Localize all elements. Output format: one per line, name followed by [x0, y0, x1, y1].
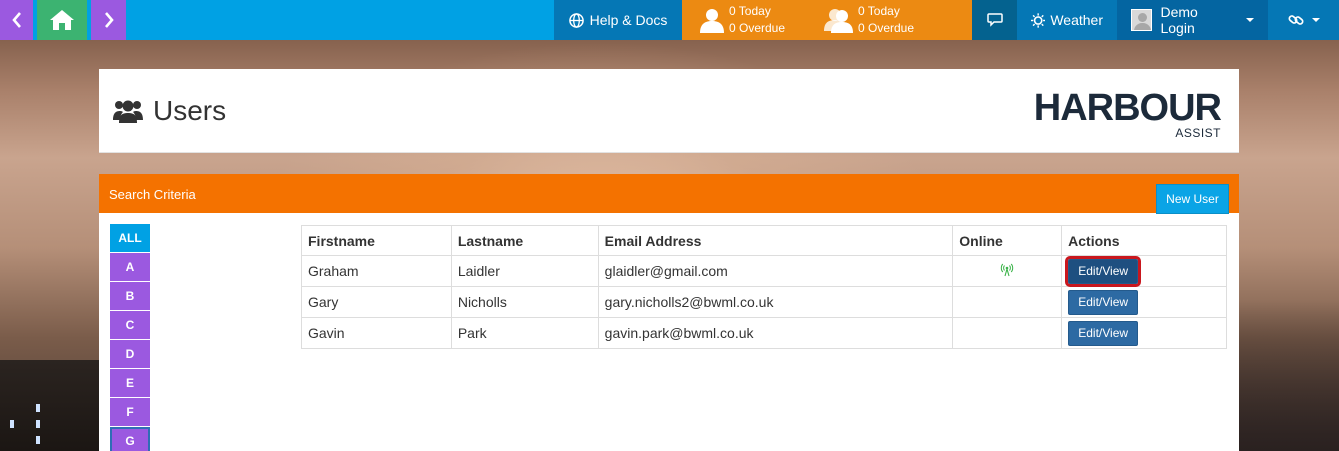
my-tasks-overdue: 0 Overdue [729, 21, 786, 35]
group-tasks-overdue: 0 Overdue [858, 21, 915, 35]
home-icon [50, 10, 74, 30]
tasks-indicator[interactable]: 0 Today 0 Overdue 0 Today 0 Overdue [682, 0, 972, 40]
column-header-firstname: Firstname [301, 225, 452, 256]
cell-actions: Edit/View [1061, 255, 1227, 287]
users-icon [113, 100, 143, 123]
letter-filter-b[interactable]: B [110, 282, 150, 310]
letter-filter-a[interactable]: A [110, 253, 150, 281]
letter-filter: ALL A B C D E F G [110, 224, 150, 451]
letter-filter-all[interactable]: ALL [110, 224, 150, 252]
cell-email: gavin.park@bwml.co.uk [597, 317, 954, 349]
users-icon [824, 9, 853, 33]
weather-label: Weather [1050, 12, 1103, 28]
table-row: Graham Laidler glaidler@gmail.com Edit/V… [301, 255, 1227, 287]
links-menu[interactable] [1268, 0, 1339, 40]
online-signal-icon [1001, 263, 1014, 276]
letter-filter-g[interactable]: G [110, 427, 150, 451]
new-user-button[interactable]: New User [1156, 184, 1229, 214]
cell-email: glaidler@gmail.com [597, 255, 954, 287]
edit-view-button[interactable]: Edit/View [1068, 320, 1139, 346]
my-tasks[interactable]: 0 Today 0 Overdue [699, 0, 824, 40]
background-building [0, 360, 100, 451]
column-header-online: Online [952, 225, 1063, 256]
chat-icon [986, 13, 1003, 27]
chevron-right-icon [104, 12, 114, 28]
cell-firstname: Gary [301, 286, 452, 318]
group-tasks[interactable]: 0 Today 0 Overdue [824, 0, 954, 40]
page-title-text: Users [153, 95, 227, 126]
cell-lastname: Nicholls [450, 286, 599, 318]
cell-lastname: Laidler [450, 255, 599, 287]
sun-icon [1031, 12, 1046, 28]
users-table: Firstname Lastname Email Address Online … [301, 225, 1227, 349]
letter-filter-e[interactable]: E [110, 369, 150, 397]
cell-firstname: Graham [301, 255, 452, 287]
letter-filter-d[interactable]: D [110, 340, 150, 368]
cell-online [952, 255, 1063, 287]
table-header-row: Firstname Lastname Email Address Online … [301, 225, 1227, 256]
search-criteria-header[interactable]: Search Criteria New User [99, 174, 1239, 214]
cell-email: gary.nicholls2@bwml.co.uk [597, 286, 954, 318]
letter-filter-c[interactable]: C [110, 311, 150, 339]
top-navigation-bar: Help & Docs 0 Today 0 Overdue 0 Today 0 … [0, 0, 1339, 40]
caret-down-icon [1311, 18, 1320, 22]
column-header-lastname: Lastname [450, 225, 599, 256]
background-shadow [1239, 300, 1339, 451]
logo-main-text: HARBOUR [1033, 87, 1222, 129]
help-docs-label: Help & Docs [589, 12, 668, 28]
column-header-actions: Actions [1061, 225, 1227, 256]
page-header: Users HARBOUR ASSIST [99, 69, 1239, 153]
help-docs-link[interactable]: Help & Docs [554, 0, 682, 40]
logo-sub-text: ASSIST [1175, 126, 1221, 140]
cell-firstname: Gavin [301, 317, 452, 349]
link-icon [1288, 15, 1303, 25]
chat-button[interactable] [972, 0, 1017, 40]
edit-view-button[interactable]: Edit/View [1068, 289, 1139, 315]
user-name: Demo Login [1160, 4, 1198, 36]
forward-button[interactable] [91, 0, 126, 40]
table-row: Gavin Park gavin.park@bwml.co.uk Edit/Vi… [301, 317, 1227, 349]
edit-view-button[interactable]: Edit/View [1065, 255, 1142, 287]
chevron-left-icon [11, 12, 21, 28]
cell-actions: Edit/View [1061, 317, 1227, 349]
avatar [1131, 9, 1153, 31]
page-title: Users [113, 95, 226, 127]
harbour-assist-logo: HARBOUR ASSIST [1034, 89, 1222, 140]
globe-icon [568, 12, 584, 28]
user-icon [700, 9, 724, 33]
table-row: Gary Nicholls gary.nicholls2@bwml.co.uk … [301, 286, 1227, 318]
user-menu[interactable]: Demo Login [1117, 0, 1268, 40]
weather-button[interactable]: Weather [1017, 0, 1117, 40]
search-criteria-title: Search Criteria [109, 187, 196, 202]
letter-filter-f[interactable]: F [110, 398, 150, 426]
search-panel: Search Criteria New User ALL A B C D E F… [99, 174, 1239, 451]
caret-down-icon [1246, 18, 1254, 22]
home-button[interactable] [37, 0, 87, 40]
column-header-email: Email Address [597, 225, 954, 256]
back-button[interactable] [0, 0, 33, 40]
cell-actions: Edit/View [1061, 286, 1227, 318]
cell-online [952, 317, 1063, 349]
my-tasks-today: 0 Today [729, 4, 771, 18]
cell-lastname: Park [450, 317, 599, 349]
cell-online [952, 286, 1063, 318]
group-tasks-today: 0 Today [858, 4, 900, 18]
